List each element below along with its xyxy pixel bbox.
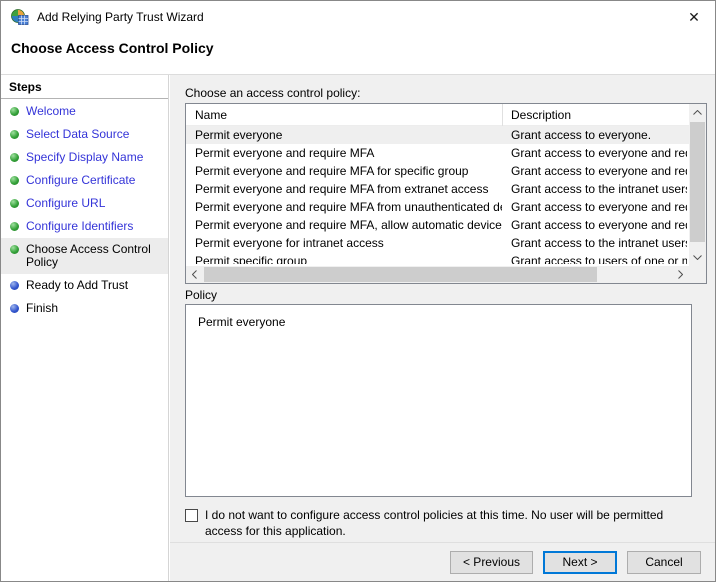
skip-acp-label: I do not want to configure access contro… — [205, 507, 703, 539]
row-description: Grant access to everyone and requir — [511, 216, 687, 234]
row-description: Grant access to everyone. — [511, 126, 687, 144]
row-description: Grant access to everyone and requir — [511, 144, 687, 162]
skip-policy-row: I do not want to configure access contro… — [185, 507, 705, 539]
step-upcoming-bullet-icon — [10, 281, 19, 290]
step-label: Specify Display Name — [26, 150, 143, 164]
step-label: Ready to Add Trust — [26, 278, 128, 292]
policy-section-label: Policy — [185, 288, 217, 302]
table-row[interactable]: Permit everyone Grant access to everyone… — [186, 126, 689, 144]
row-name: Permit everyone and require MFA from una… — [195, 198, 502, 216]
column-divider — [502, 104, 503, 126]
title-bar: Add Relying Party Trust Wizard ✕ — [1, 1, 715, 32]
step-done-bullet-icon — [10, 199, 19, 208]
step-label: Configure URL — [26, 196, 105, 210]
table-row[interactable]: Permit specific group Grant access to us… — [186, 252, 689, 264]
policy-list-label: Choose an access control policy: — [185, 86, 360, 100]
step-label: Welcome — [26, 104, 76, 118]
row-description: Grant access to everyone and requir — [511, 198, 687, 216]
row-description: Grant access to the intranet users an — [511, 180, 687, 198]
step-specify-display-name: Specify Display Name — [1, 146, 168, 169]
window-title: Add Relying Party Trust Wizard — [37, 10, 204, 24]
row-name: Permit everyone and require MFA for spec… — [195, 162, 502, 180]
scroll-right-icon[interactable] — [672, 266, 689, 283]
cancel-button[interactable]: Cancel — [627, 551, 701, 574]
step-configure-certificate: Configure Certificate — [1, 169, 168, 192]
column-header-name[interactable]: Name — [195, 108, 227, 122]
step-upcoming-bullet-icon — [10, 304, 19, 313]
horizontal-scrollbar[interactable] — [186, 266, 689, 283]
vertical-scrollbar[interactable] — [689, 104, 706, 266]
wizard-window: Add Relying Party Trust Wizard ✕ Choose … — [0, 0, 716, 582]
row-name: Permit everyone — [195, 126, 502, 144]
steps-list: Welcome Select Data Source Specify Displ… — [1, 99, 168, 320]
step-current-bullet-icon — [10, 245, 19, 254]
row-name: Permit everyone and require MFA from ext… — [195, 180, 502, 198]
table-row[interactable]: Permit everyone and require MFA from una… — [186, 198, 689, 216]
scroll-down-icon[interactable] — [689, 249, 706, 266]
step-done-bullet-icon — [10, 130, 19, 139]
wizard-body: Steps Welcome Select Data Source Specify… — [1, 74, 715, 581]
button-bar: < Previous Next > Cancel — [170, 542, 715, 581]
scroll-up-icon[interactable] — [689, 104, 706, 121]
table-row[interactable]: Permit everyone for intranet access Gran… — [186, 234, 689, 252]
step-finish: Finish — [1, 297, 168, 320]
step-ready-to-add-trust: Ready to Add Trust — [1, 274, 168, 297]
row-description: Grant access to the intranet users. — [511, 234, 687, 252]
step-configure-url: Configure URL — [1, 192, 168, 215]
list-header: Name Description — [186, 104, 706, 126]
table-row[interactable]: Permit everyone and require MFA, allow a… — [186, 216, 689, 234]
scroll-left-icon[interactable] — [186, 266, 203, 283]
previous-button[interactable]: < Previous — [450, 551, 533, 574]
step-done-bullet-icon — [10, 153, 19, 162]
step-label: Configure Identifiers — [26, 219, 133, 233]
table-row[interactable]: Permit everyone and require MFA Grant ac… — [186, 144, 689, 162]
step-label: Finish — [26, 301, 58, 315]
step-done-bullet-icon — [10, 222, 19, 231]
horizontal-scroll-thumb[interactable] — [204, 267, 597, 282]
policy-value: Permit everyone — [198, 315, 285, 329]
row-name: Permit everyone for intranet access — [195, 234, 502, 252]
skip-acp-checkbox[interactable] — [185, 509, 198, 522]
table-row[interactable]: Permit everyone and require MFA for spec… — [186, 162, 689, 180]
row-description: Grant access to everyone and requir — [511, 162, 687, 180]
close-icon[interactable]: ✕ — [683, 6, 705, 28]
next-button[interactable]: Next > — [543, 551, 617, 574]
step-configure-identifiers: Configure Identifiers — [1, 215, 168, 238]
step-label: Select Data Source — [26, 127, 129, 141]
table-row[interactable]: Permit everyone and require MFA from ext… — [186, 180, 689, 198]
vertical-scroll-thumb[interactable] — [690, 122, 705, 242]
scrollbar-corner — [689, 266, 706, 283]
step-welcome: Welcome — [1, 100, 168, 123]
content-panel: Choose an access control policy: Name De… — [170, 75, 715, 581]
row-name: Permit specific group — [195, 252, 502, 264]
step-done-bullet-icon — [10, 176, 19, 185]
adfs-wizard-icon — [11, 9, 29, 25]
row-name: Permit everyone and require MFA — [195, 144, 502, 162]
access-control-policy-list: Name Description Permit everyone Grant a… — [185, 103, 707, 284]
row-description: Grant access to users of one or more — [511, 252, 687, 264]
step-done-bullet-icon — [10, 107, 19, 116]
page-title: Choose Access Control Policy — [11, 40, 214, 56]
row-name: Permit everyone and require MFA, allow a… — [195, 216, 502, 234]
column-header-description[interactable]: Description — [511, 108, 571, 122]
list-rows: Permit everyone Grant access to everyone… — [186, 126, 689, 264]
steps-sidebar: Steps Welcome Select Data Source Specify… — [1, 75, 169, 581]
step-select-data-source: Select Data Source — [1, 123, 168, 146]
step-label: Configure Certificate — [26, 173, 135, 187]
step-choose-access-control-policy: Choose Access Control Policy — [1, 238, 168, 274]
policy-preview-box: Permit everyone — [185, 304, 692, 497]
steps-heading: Steps — [1, 75, 168, 99]
step-label: Choose Access Control Policy — [26, 242, 151, 269]
